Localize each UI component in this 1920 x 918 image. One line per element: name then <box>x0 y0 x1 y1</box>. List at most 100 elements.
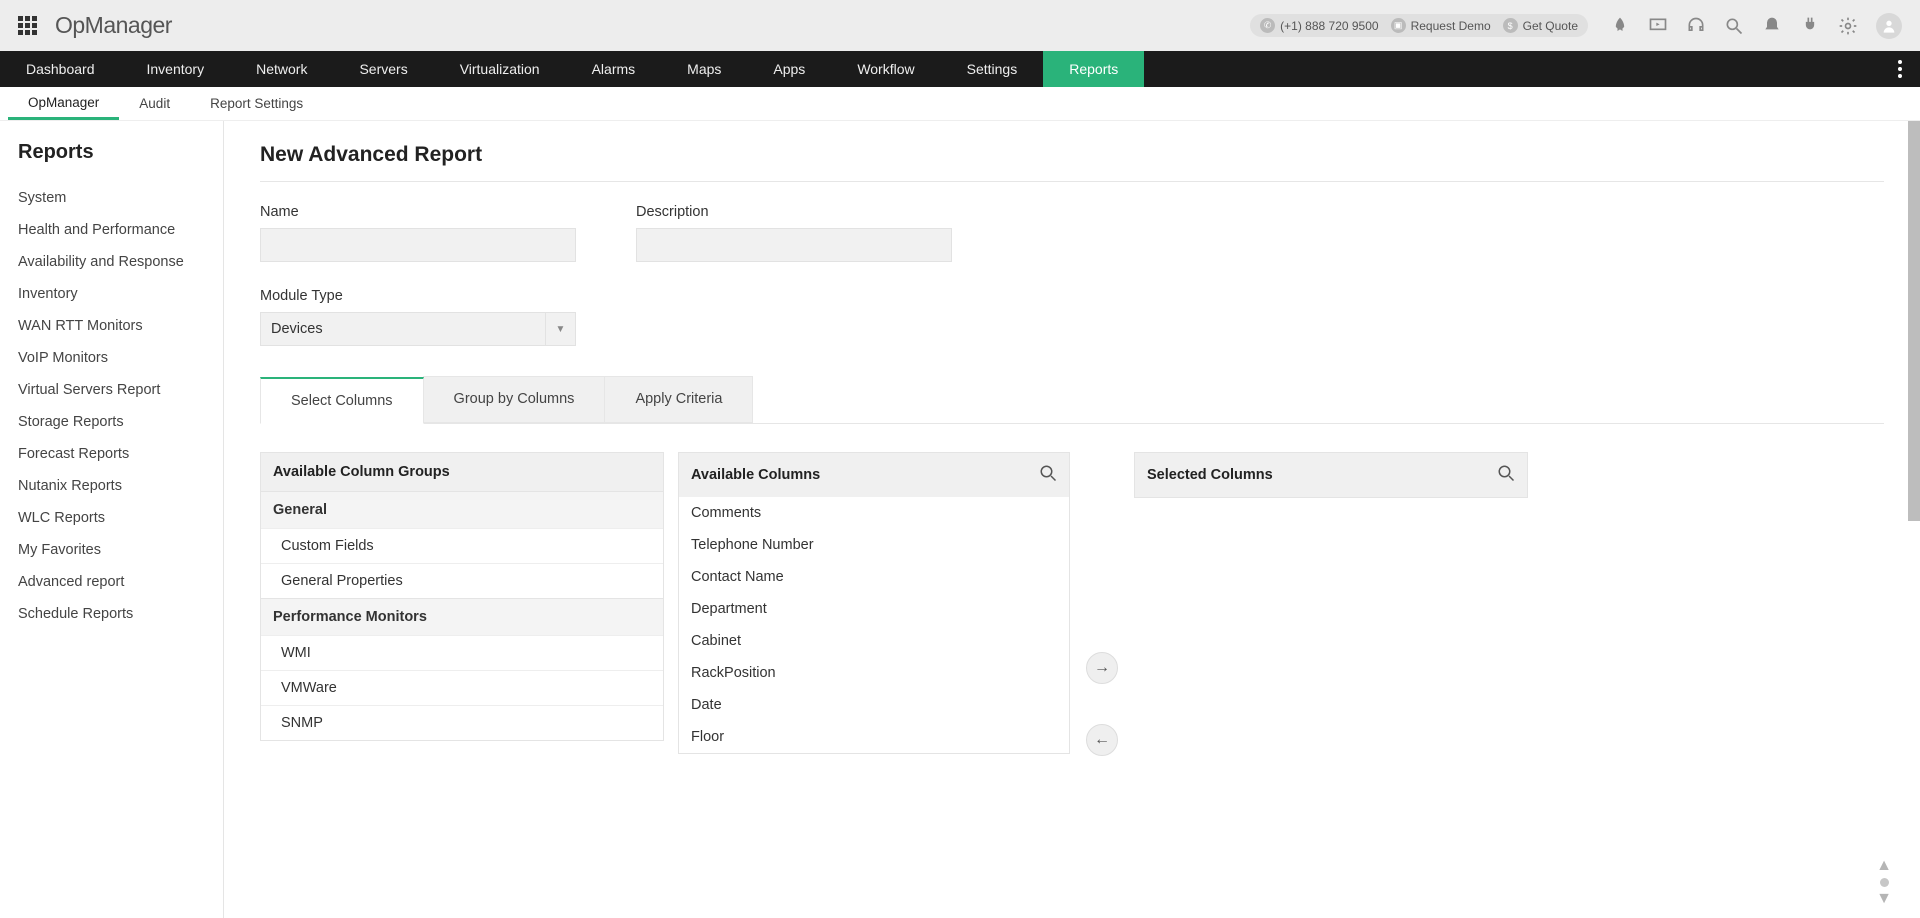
available-column-groups-panel: Available Column Groups GeneralCustom Fi… <box>260 452 664 741</box>
column-date[interactable]: Date <box>679 689 1069 721</box>
sidebar-item-advanced-report[interactable]: Advanced report <box>18 566 205 598</box>
module-type-label: Module Type <box>260 288 1884 304</box>
request-demo-link[interactable]: ▣ Request Demo <box>1391 18 1491 33</box>
available-groups-header: Available Column Groups <box>261 453 663 491</box>
brand: OpManager <box>55 12 172 39</box>
sidebar-item-nutanix-reports[interactable]: Nutanix Reports <box>18 470 205 502</box>
subnav: OpManagerAuditReport Settings <box>0 87 1920 121</box>
phone-text: (+1) 888 720 9500 <box>1280 19 1378 33</box>
sidebar-item-wlc-reports[interactable]: WLC Reports <box>18 502 205 534</box>
mainnav: DashboardInventoryNetworkServersVirtuali… <box>0 51 1920 87</box>
name-input[interactable] <box>260 228 576 262</box>
available-columns-search-icon[interactable] <box>1039 464 1057 486</box>
search-icon[interactable] <box>1724 16 1744 36</box>
page-title: New Advanced Report <box>260 143 1884 167</box>
column-cabinet[interactable]: Cabinet <box>679 625 1069 657</box>
topbar-right: ✆ (+1) 888 720 9500 ▣ Request Demo $ Get… <box>1250 13 1902 39</box>
column-contact-name[interactable]: Contact Name <box>679 561 1069 593</box>
quote-icon: $ <box>1503 18 1518 33</box>
sidebar: Reports SystemHealth and PerformanceAvai… <box>0 121 224 918</box>
scrollbar[interactable] <box>1908 121 1920 521</box>
chevron-down-icon: ▼ <box>545 313 575 345</box>
selected-columns-search-icon[interactable] <box>1497 464 1515 486</box>
sidebar-item-storage-reports[interactable]: Storage Reports <box>18 406 205 438</box>
gear-icon[interactable] <box>1838 16 1858 36</box>
demo-icon: ▣ <box>1391 18 1406 33</box>
column-telephone-number[interactable]: Telephone Number <box>679 529 1069 561</box>
get-quote-text: Get Quote <box>1523 19 1578 33</box>
column-picker: Available Column Groups GeneralCustom Fi… <box>260 452 1884 756</box>
column-comments[interactable]: Comments <box>679 497 1069 529</box>
nav-virtualization[interactable]: Virtualization <box>434 51 566 87</box>
bell-icon[interactable] <box>1762 16 1782 36</box>
sidebar-item-wan-rtt-monitors[interactable]: WAN RTT Monitors <box>18 310 205 342</box>
nav-dashboard[interactable]: Dashboard <box>0 51 121 87</box>
scroll-up-icon: ▲ <box>1876 857 1892 875</box>
selected-columns-panel: Selected Columns <box>1134 452 1528 498</box>
group-item-snmp[interactable]: SNMP <box>261 705 663 740</box>
sidebar-item-voip-monitors[interactable]: VoIP Monitors <box>18 342 205 374</box>
description-label: Description <box>636 204 952 220</box>
module-type-value: Devices <box>261 321 545 337</box>
presentation-icon[interactable] <box>1648 16 1668 36</box>
contact-pill-group: ✆ (+1) 888 720 9500 ▣ Request Demo $ Get… <box>1250 14 1588 37</box>
nav-reports[interactable]: Reports <box>1043 51 1144 87</box>
nav-inventory[interactable]: Inventory <box>121 51 231 87</box>
group-item-custom-fields[interactable]: Custom Fields <box>261 528 663 563</box>
tab-apply-criteria[interactable]: Apply Criteria <box>604 376 753 423</box>
nav-maps[interactable]: Maps <box>661 51 747 87</box>
phone-icon: ✆ <box>1260 18 1275 33</box>
plug-icon[interactable] <box>1800 16 1820 36</box>
name-label: Name <box>260 204 576 220</box>
form-row-1: Name Description <box>260 204 1884 262</box>
tab-select-columns[interactable]: Select Columns <box>260 377 424 424</box>
headset-icon[interactable] <box>1686 16 1706 36</box>
tabs: Select ColumnsGroup by ColumnsApply Crit… <box>260 376 1884 424</box>
sidebar-item-inventory[interactable]: Inventory <box>18 278 205 310</box>
subnav-opmanager[interactable]: OpManager <box>8 87 119 120</box>
sidebar-item-availability-and-response[interactable]: Availability and Response <box>18 246 205 278</box>
sidebar-title: Reports <box>18 141 205 164</box>
apps-grid-icon[interactable] <box>18 16 37 35</box>
available-columns-panel: Available Columns CommentsTelephone Numb… <box>678 452 1070 754</box>
tab-group-by-columns[interactable]: Group by Columns <box>423 376 606 423</box>
sidebar-item-virtual-servers-report[interactable]: Virtual Servers Report <box>18 374 205 406</box>
nav-apps[interactable]: Apps <box>747 51 831 87</box>
sidebar-item-system[interactable]: System <box>18 182 205 214</box>
scroll-down-icon: ▼ <box>1876 890 1892 908</box>
sidebar-item-health-and-performance[interactable]: Health and Performance <box>18 214 205 246</box>
top-icons <box>1610 13 1902 39</box>
sidebar-item-forecast-reports[interactable]: Forecast Reports <box>18 438 205 470</box>
sidebar-item-schedule-reports[interactable]: Schedule Reports <box>18 598 205 630</box>
nav-servers[interactable]: Servers <box>333 51 433 87</box>
column-rackposition[interactable]: RackPosition <box>679 657 1069 689</box>
group-item-general-properties[interactable]: General Properties <box>261 563 663 598</box>
nav-settings[interactable]: Settings <box>941 51 1044 87</box>
group-item-wmi[interactable]: WMI <box>261 635 663 670</box>
rocket-icon[interactable] <box>1610 16 1630 36</box>
module-type-group: Module Type Devices ▼ <box>260 288 1884 346</box>
main: New Advanced Report Name Description Mod… <box>224 121 1920 918</box>
column-floor[interactable]: Floor <box>679 721 1069 753</box>
available-columns-header: Available Columns <box>691 467 820 483</box>
nav-workflow[interactable]: Workflow <box>831 51 940 87</box>
mainnav-more[interactable] <box>1880 51 1920 87</box>
module-type-select[interactable]: Devices ▼ <box>260 312 576 346</box>
sidebar-item-my-favorites[interactable]: My Favorites <box>18 534 205 566</box>
move-right-button[interactable]: → <box>1086 652 1118 684</box>
avatar[interactable] <box>1876 13 1902 39</box>
scroll-arrows[interactable]: ▲ ▼ <box>1876 857 1892 908</box>
subnav-report-settings[interactable]: Report Settings <box>190 87 323 120</box>
move-left-button[interactable]: ← <box>1086 724 1118 756</box>
topbar: OpManager ✆ (+1) 888 720 9500 ▣ Request … <box>0 0 1920 51</box>
transfer-buttons: → ← <box>1086 452 1118 756</box>
phone-link[interactable]: ✆ (+1) 888 720 9500 <box>1260 18 1378 33</box>
nav-network[interactable]: Network <box>230 51 333 87</box>
description-input[interactable] <box>636 228 952 262</box>
nav-alarms[interactable]: Alarms <box>566 51 662 87</box>
group-head-general: General <box>261 491 663 528</box>
get-quote-link[interactable]: $ Get Quote <box>1503 18 1578 33</box>
group-item-vmware[interactable]: VMWare <box>261 670 663 705</box>
column-department[interactable]: Department <box>679 593 1069 625</box>
subnav-audit[interactable]: Audit <box>119 87 190 120</box>
